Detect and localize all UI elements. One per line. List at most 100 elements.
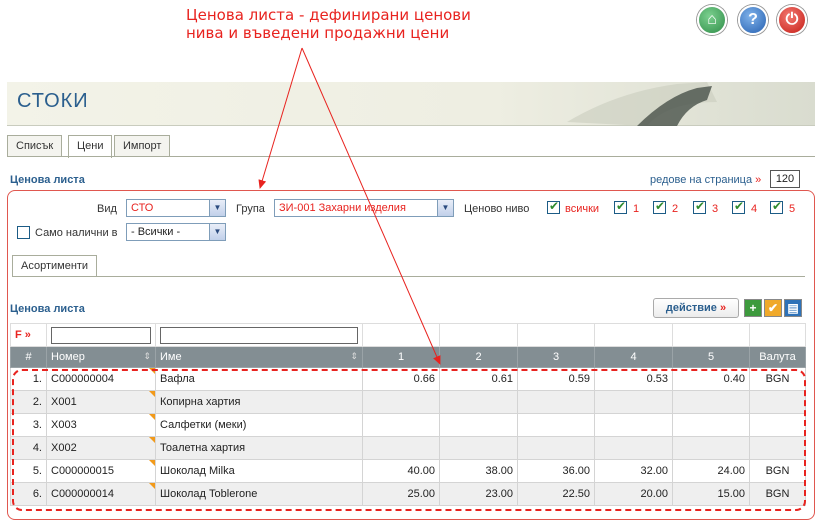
only-available-checkbox[interactable]	[17, 226, 30, 239]
level-3-checkbox[interactable]	[693, 199, 706, 214]
power-button[interactable]: ⏻	[777, 5, 807, 35]
row-currency	[749, 436, 806, 460]
row-price-3[interactable]	[517, 436, 595, 460]
add-button[interactable]: +	[744, 299, 762, 317]
level-2-checkbox[interactable]	[653, 199, 666, 214]
chevron-down-icon: ▼	[209, 224, 225, 240]
row-number: C000000004	[46, 367, 156, 391]
list-title: Ценова листа	[10, 303, 85, 315]
row-name: Вафла	[155, 367, 363, 391]
confirm-button[interactable]: ✔	[764, 299, 782, 317]
row-number: X003	[46, 413, 156, 437]
row-price-1[interactable]	[362, 390, 440, 414]
row-name: Копирна хартия	[155, 390, 363, 414]
warehouse-select[interactable]: - Всички - ▼	[126, 223, 226, 241]
row-price-1[interactable]	[362, 436, 440, 460]
level-4-checkbox[interactable]	[732, 199, 745, 214]
warehouse-select-value: - Всички -	[131, 226, 181, 238]
table-row[interactable]: 3. X003 Салфетки (меки)	[10, 413, 806, 437]
header-number[interactable]: Номер ⇕	[46, 346, 156, 368]
row-price-4[interactable]: 0.53	[594, 367, 673, 391]
header-currency: Валута	[749, 346, 806, 368]
table-row[interactable]: 1. C000000004 Вафла 0.66 0.61 0.59 0.53 …	[10, 367, 806, 391]
group-label: Група	[236, 203, 265, 215]
row-price-2[interactable]	[439, 413, 518, 437]
filter-toggle[interactable]: F »	[10, 323, 47, 347]
table-row[interactable]: 2. X001 Копирна хартия	[10, 390, 806, 414]
table-row[interactable]: 4. X002 Тоалетна хартия	[10, 436, 806, 460]
level-5-checkbox[interactable]	[770, 199, 783, 214]
row-price-4[interactable]	[594, 390, 673, 414]
row-price-3[interactable]	[517, 390, 595, 414]
row-price-5[interactable]	[672, 413, 750, 437]
row-price-5[interactable]	[672, 436, 750, 460]
chevron-down-icon: ▼	[437, 200, 453, 216]
row-price-4[interactable]	[594, 413, 673, 437]
row-price-2[interactable]: 0.61	[439, 367, 518, 391]
action-button[interactable]: действие »	[653, 298, 739, 318]
type-select[interactable]: СТО ▼	[126, 199, 226, 217]
rows-per-page-input[interactable]: 120	[770, 170, 800, 188]
row-name: Шоколад Toblerone	[155, 482, 363, 506]
row-price-4[interactable]	[594, 436, 673, 460]
tab-assortments[interactable]: Асортименти	[12, 255, 98, 277]
page-title: СТОКИ	[17, 90, 89, 112]
header-name[interactable]: Име ⇕	[155, 346, 363, 368]
group-select-value: ЗИ-001 Захарни изделия	[279, 202, 406, 214]
row-price-4[interactable]: 32.00	[594, 459, 673, 483]
tab-list[interactable]: Списък	[7, 135, 63, 157]
group-select[interactable]: ЗИ-001 Захарни изделия ▼	[274, 199, 454, 217]
number-filter-cell	[46, 323, 156, 347]
bird-decoration-icon	[567, 82, 717, 126]
row-price-3[interactable]: 36.00	[517, 459, 595, 483]
home-button[interactable]: ⌂	[697, 5, 727, 35]
row-price-5[interactable]: 24.00	[672, 459, 750, 483]
row-price-5[interactable]: 0.40	[672, 367, 750, 391]
tab-prices[interactable]: Цени	[68, 135, 113, 158]
row-index: 2.	[10, 390, 47, 414]
header-level-5: 5	[672, 346, 750, 368]
power-icon: ⏻	[785, 11, 799, 28]
table-row[interactable]: 6. C000000014 Шоколад Toblerone 25.00 23…	[10, 482, 806, 506]
row-price-5[interactable]	[672, 390, 750, 414]
row-price-4[interactable]: 20.00	[594, 482, 673, 506]
row-number: C000000015	[46, 459, 156, 483]
row-price-1[interactable]: 40.00	[362, 459, 440, 483]
row-price-5[interactable]: 15.00	[672, 482, 750, 506]
filter-tag: F	[15, 329, 22, 341]
row-name: Тоалетна хартия	[155, 436, 363, 460]
print-button[interactable]: ▤	[784, 299, 802, 317]
help-icon: ?	[748, 11, 758, 28]
annotation-line-2: нива и въведени продажни цени	[186, 24, 450, 42]
row-price-3[interactable]: 22.50	[517, 482, 595, 506]
help-button[interactable]: ?	[738, 5, 768, 35]
row-price-3[interactable]: 0.59	[517, 367, 595, 391]
row-number: X002	[46, 436, 156, 460]
header-level-3: 3	[517, 346, 595, 368]
row-currency	[749, 413, 806, 437]
tab-import[interactable]: Импорт	[114, 135, 171, 157]
plus-icon: +	[749, 301, 757, 315]
type-label: Вид	[97, 203, 117, 215]
rows-per-page-link[interactable]: редове на страница »	[650, 174, 761, 186]
level-all-checkbox[interactable]	[547, 199, 560, 214]
chevron-down-icon: ▼	[209, 200, 225, 216]
row-price-1[interactable]: 25.00	[362, 482, 440, 506]
table-row[interactable]: 5. C000000015 Шоколад Milka 40.00 38.00 …	[10, 459, 806, 483]
level-1-checkbox[interactable]	[614, 199, 627, 214]
row-price-2[interactable]	[439, 436, 518, 460]
header-level-2: 2	[439, 346, 518, 368]
row-price-2[interactable]	[439, 390, 518, 414]
row-number: X001	[46, 390, 156, 414]
header-name-label: Име	[160, 351, 182, 363]
row-price-2[interactable]: 38.00	[439, 459, 518, 483]
row-index: 6.	[10, 482, 47, 506]
row-price-2[interactable]: 23.00	[439, 482, 518, 506]
header-level-1: 1	[362, 346, 440, 368]
row-price-1[interactable]: 0.66	[362, 367, 440, 391]
number-filter-input[interactable]	[51, 326, 151, 344]
name-filter-input[interactable]	[160, 326, 358, 344]
row-price-3[interactable]	[517, 413, 595, 437]
row-price-1[interactable]	[362, 413, 440, 437]
level-5-label: 5	[789, 203, 796, 215]
